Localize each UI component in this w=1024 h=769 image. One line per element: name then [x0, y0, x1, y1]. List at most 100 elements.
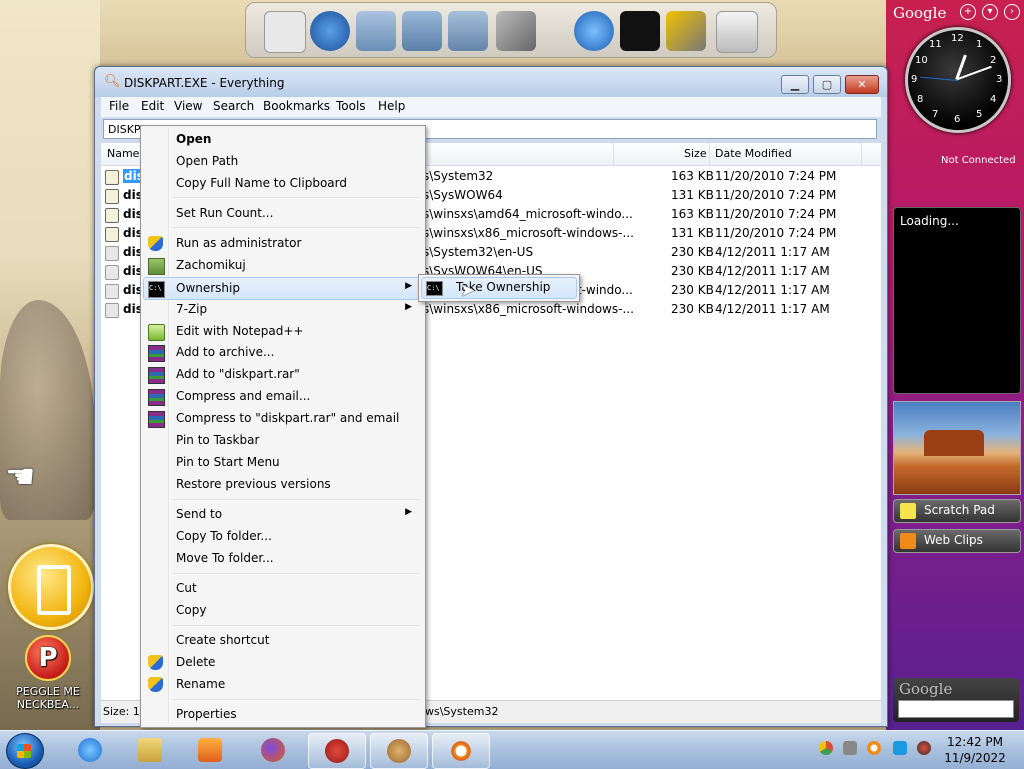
sidebar-next-icon[interactable]: ›: [1004, 4, 1020, 20]
dock-folder-pictures-icon[interactable]: [448, 11, 488, 51]
dock-globe-icon[interactable]: [574, 11, 614, 51]
menu-item-copy-to-folder[interactable]: Copy To folder...: [144, 526, 422, 547]
menu-item-edit-notepadpp[interactable]: Edit with Notepad++: [144, 321, 422, 342]
clock-number: 12: [951, 33, 964, 44]
dock-ie-icon[interactable]: [310, 11, 350, 51]
menu-item-add-to-archive[interactable]: Add to archive...: [144, 342, 422, 363]
close-button[interactable]: ✕: [845, 75, 879, 94]
clock-number: 9: [911, 74, 918, 85]
context-menu: Open Open Path Copy Full Name to Clipboa…: [140, 125, 426, 728]
volume-tray-icon[interactable]: [917, 741, 931, 755]
menu-item-copy[interactable]: Copy: [144, 600, 422, 621]
sidebar-add-icon[interactable]: +: [960, 4, 976, 20]
hamster-icon: [387, 739, 411, 763]
menu-item-cut[interactable]: Cut: [144, 578, 422, 599]
menu-help[interactable]: Help: [378, 99, 405, 113]
menu-item-create-shortcut[interactable]: Create shortcut: [144, 630, 422, 651]
winrar-icon: [148, 411, 165, 428]
clock-number: 3: [996, 74, 1003, 85]
dock-folder-icon[interactable]: [356, 11, 396, 51]
start-button[interactable]: [6, 733, 44, 769]
menu-tools[interactable]: Tools: [336, 99, 366, 113]
taskbar-hamster[interactable]: [370, 733, 428, 769]
column-name[interactable]: Name: [107, 147, 139, 160]
media-player-icon: [198, 738, 222, 762]
title-bar[interactable]: 🔍︎ DISKPART.EXE - Everything ▁ ▢ ✕: [95, 67, 887, 97]
column-size[interactable]: Size: [684, 147, 707, 160]
menu-item-properties[interactable]: Properties: [144, 704, 422, 725]
menu-item-rename[interactable]: Rename: [144, 674, 422, 695]
menu-bookmarks[interactable]: Bookmarks: [263, 99, 330, 113]
exit-door-icon[interactable]: [8, 544, 94, 630]
web-clips-gadget[interactable]: Web Clips: [893, 529, 1021, 553]
row-date: 11/20/2010 7:24 PM: [715, 188, 837, 202]
menu-item-ownership[interactable]: C:\ Ownership ▶: [143, 277, 423, 300]
menu-item-pin-start[interactable]: Pin to Start Menu: [144, 452, 422, 473]
chrome-tray-icon[interactable]: [819, 741, 833, 755]
menu-item-label: Pin to Start Menu: [176, 455, 280, 469]
column-date-modified[interactable]: Date Modified: [715, 147, 792, 160]
taskbar-angry-birds[interactable]: [308, 733, 366, 769]
window-title: DISKPART.EXE - Everything: [124, 76, 285, 90]
taskbar-clock[interactable]: 12:42 PM 11/9/2022: [935, 734, 1015, 766]
dock-settings-icon[interactable]: [666, 11, 706, 51]
menu-item-label: Create shortcut: [176, 633, 270, 647]
magnifier-icon: [449, 739, 473, 763]
taskbar-ie[interactable]: [62, 733, 118, 767]
winrar-icon: [148, 367, 165, 384]
clock-number: 11: [929, 39, 942, 50]
minimize-button[interactable]: ▁: [781, 75, 809, 94]
clock-number: 4: [990, 94, 997, 105]
menu-item-send-to[interactable]: Send to ▶: [144, 504, 422, 525]
menu-item-label: Compress and email...: [176, 389, 311, 403]
everything-tray-icon[interactable]: [867, 741, 881, 755]
menu-item-compress-rar-email[interactable]: Compress to "diskpart.rar" and email: [144, 408, 422, 429]
menu-item-restore-versions[interactable]: Restore previous versions: [144, 474, 422, 495]
menu-edit[interactable]: Edit: [141, 99, 164, 113]
menu-item-set-run-count[interactable]: Set Run Count...: [144, 203, 422, 224]
menu-view[interactable]: View: [174, 99, 202, 113]
menu-item-compress-email[interactable]: Compress and email...: [144, 386, 422, 407]
slideshow-gadget[interactable]: [893, 401, 1021, 495]
submenu-arrow-icon: ▶: [405, 302, 412, 312]
desktop-icon-peggle[interactable]: P PEGGLE ME NECKBEA...: [6, 635, 90, 711]
menu-item-open[interactable]: Open: [144, 129, 422, 150]
clock-date: 11/9/2022: [944, 751, 1006, 765]
google-search-input[interactable]: [898, 700, 1014, 718]
menu-item-open-path[interactable]: Open Path: [144, 151, 422, 172]
menu-item-copy-full-name[interactable]: Copy Full Name to Clipboard: [144, 173, 422, 194]
cmd-icon: C:\: [148, 281, 165, 298]
dock-document-icon[interactable]: [264, 11, 306, 53]
menu-search[interactable]: Search: [213, 99, 254, 113]
scratch-pad-label: Scratch Pad: [924, 503, 995, 517]
dock-tools-icon[interactable]: [496, 11, 536, 51]
menu-item-label: Edit with Notepad++: [176, 324, 304, 338]
menu-item-move-to-folder[interactable]: Move To folder...: [144, 548, 422, 569]
menu-item-delete[interactable]: Delete: [144, 652, 422, 673]
menu-item-label: Open: [176, 132, 212, 146]
row-path: s\System32: [423, 169, 494, 183]
taskbar-firefox[interactable]: [245, 733, 301, 767]
taskbar-explorer[interactable]: [122, 733, 178, 767]
menu-item-run-as-admin[interactable]: Run as administrator: [144, 233, 422, 254]
menu-item-add-to-rar[interactable]: Add to "diskpart.rar": [144, 364, 422, 385]
app-tray-icon[interactable]: [843, 741, 857, 755]
clock-number: 1: [976, 39, 983, 50]
sidebar-menu-icon[interactable]: ▾: [982, 4, 998, 20]
clock-second-hand: [920, 76, 958, 81]
menu-file[interactable]: File: [109, 99, 129, 113]
network-tray-icon[interactable]: [893, 741, 907, 755]
row-date: 4/12/2011 1:17 AM: [715, 283, 830, 297]
dock-recycle-bin-icon[interactable]: [716, 11, 758, 53]
dock-folder-music-icon[interactable]: [402, 11, 442, 51]
taskbar-everything[interactable]: [432, 733, 490, 769]
menu-item-7zip[interactable]: 7-Zip ▶: [144, 299, 422, 320]
dock-tshirt-icon[interactable]: [620, 11, 660, 51]
maximize-button[interactable]: ▢: [813, 75, 841, 94]
menu-item-take-ownership[interactable]: C:\ Take Ownership: [421, 277, 577, 299]
taskbar-media-player[interactable]: [182, 733, 238, 767]
scratch-pad-gadget[interactable]: Scratch Pad: [893, 499, 1021, 523]
menu-item-label: Copy Full Name to Clipboard: [176, 176, 347, 190]
menu-item-zachomikuj[interactable]: Zachomikuj: [144, 255, 422, 276]
menu-item-pin-taskbar[interactable]: Pin to Taskbar: [144, 430, 422, 451]
